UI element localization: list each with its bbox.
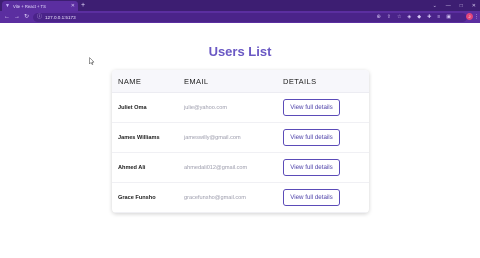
tab-title: Vite + React + TS <box>13 3 46 9</box>
url-text[interactable]: 127.0.0.1:5173 <box>45 13 76 22</box>
user-name: Ahmed Ali <box>118 165 146 171</box>
menu-icon[interactable]: ≡ <box>437 14 440 20</box>
mouse-cursor-icon <box>89 57 95 65</box>
close-icon[interactable]: ✕ <box>71 2 75 10</box>
address-bar-icons: ⊕ ⇪ ☆ ◈ ◆ ✚ ≡ ▣ <box>377 13 451 22</box>
user-email: gracefunsho@gmail.com <box>184 195 246 201</box>
more-menu-icon[interactable]: ⋮ <box>474 11 479 23</box>
forward-icon[interactable]: → <box>14 12 20 22</box>
view-full-details-button[interactable]: View full details <box>283 129 340 146</box>
user-name: James Williams <box>118 135 160 141</box>
extension-icon[interactable]: ◆ <box>417 14 421 20</box>
browser-tab[interactable]: ▼ Vite + React + TS ✕ <box>2 1 78 11</box>
address-bar[interactable]: ⓘ 127.0.0.1:5173 ⊕ ⇪ ☆ ◈ ◆ ✚ ≡ ▣ <box>33 12 467 22</box>
browser-toolbar: ← → ↻ ⓘ 127.0.0.1:5173 ⊕ ⇪ ☆ ◈ ◆ ✚ ≡ ▣ J… <box>0 11 480 23</box>
user-name: Grace Funsho <box>118 195 156 201</box>
table-row: James Williams jameswilly@gmail.com View… <box>112 123 369 153</box>
user-email: julie@yahoo.com <box>184 105 227 111</box>
table-row: Ahmed Ali ahmedali012@gmail.com View ful… <box>112 153 369 183</box>
view-full-details-button[interactable]: View full details <box>283 189 340 206</box>
page-title: Users List <box>208 44 272 59</box>
vite-favicon-icon: ▼ <box>5 2 10 9</box>
view-full-details-button[interactable]: View full details <box>283 99 340 116</box>
site-info-icon[interactable]: ⓘ <box>37 13 42 22</box>
new-tab-icon[interactable]: + <box>81 1 85 10</box>
puzzle-icon[interactable]: ✚ <box>427 14 431 20</box>
profile-avatar[interactable]: J <box>466 13 473 20</box>
table-row: Grace Funsho gracefunsho@gmail.com View … <box>112 183 369 213</box>
close-window-icon[interactable]: ✕ <box>472 3 476 9</box>
user-name: Juliet Oma <box>118 105 147 111</box>
window-controls: ⌄ — □ ✕ <box>433 0 476 11</box>
maximize-icon[interactable]: □ <box>460 3 463 9</box>
bookmark-star-icon[interactable]: ☆ <box>397 14 401 20</box>
table-header: NAME EMAIL DETAILS <box>112 70 369 93</box>
users-table: NAME EMAIL DETAILS Juliet Oma julie@yaho… <box>112 70 369 213</box>
minimize-icon[interactable]: — <box>446 3 451 9</box>
back-icon[interactable]: ← <box>4 12 10 22</box>
column-header-name: NAME <box>118 77 142 86</box>
column-header-email: EMAIL <box>184 77 209 86</box>
reload-icon[interactable]: ↻ <box>24 12 29 22</box>
view-full-details-button[interactable]: View full details <box>283 159 340 176</box>
user-email: jameswilly@gmail.com <box>184 135 241 141</box>
table-row: Juliet Oma julie@yahoo.com View full det… <box>112 93 369 123</box>
user-email: ahmedali012@gmail.com <box>184 165 248 171</box>
sidebar-icon[interactable]: ▣ <box>446 14 451 20</box>
zoom-icon[interactable]: ⊕ <box>377 14 381 20</box>
extension-icon[interactable]: ◈ <box>407 14 411 20</box>
browser-tab-bar: ▼ Vite + React + TS ✕ + ⌄ — □ ✕ <box>0 0 480 11</box>
column-header-details: DETAILS <box>283 77 317 86</box>
chevron-down-icon[interactable]: ⌄ <box>433 3 437 9</box>
share-icon[interactable]: ⇪ <box>387 14 391 20</box>
